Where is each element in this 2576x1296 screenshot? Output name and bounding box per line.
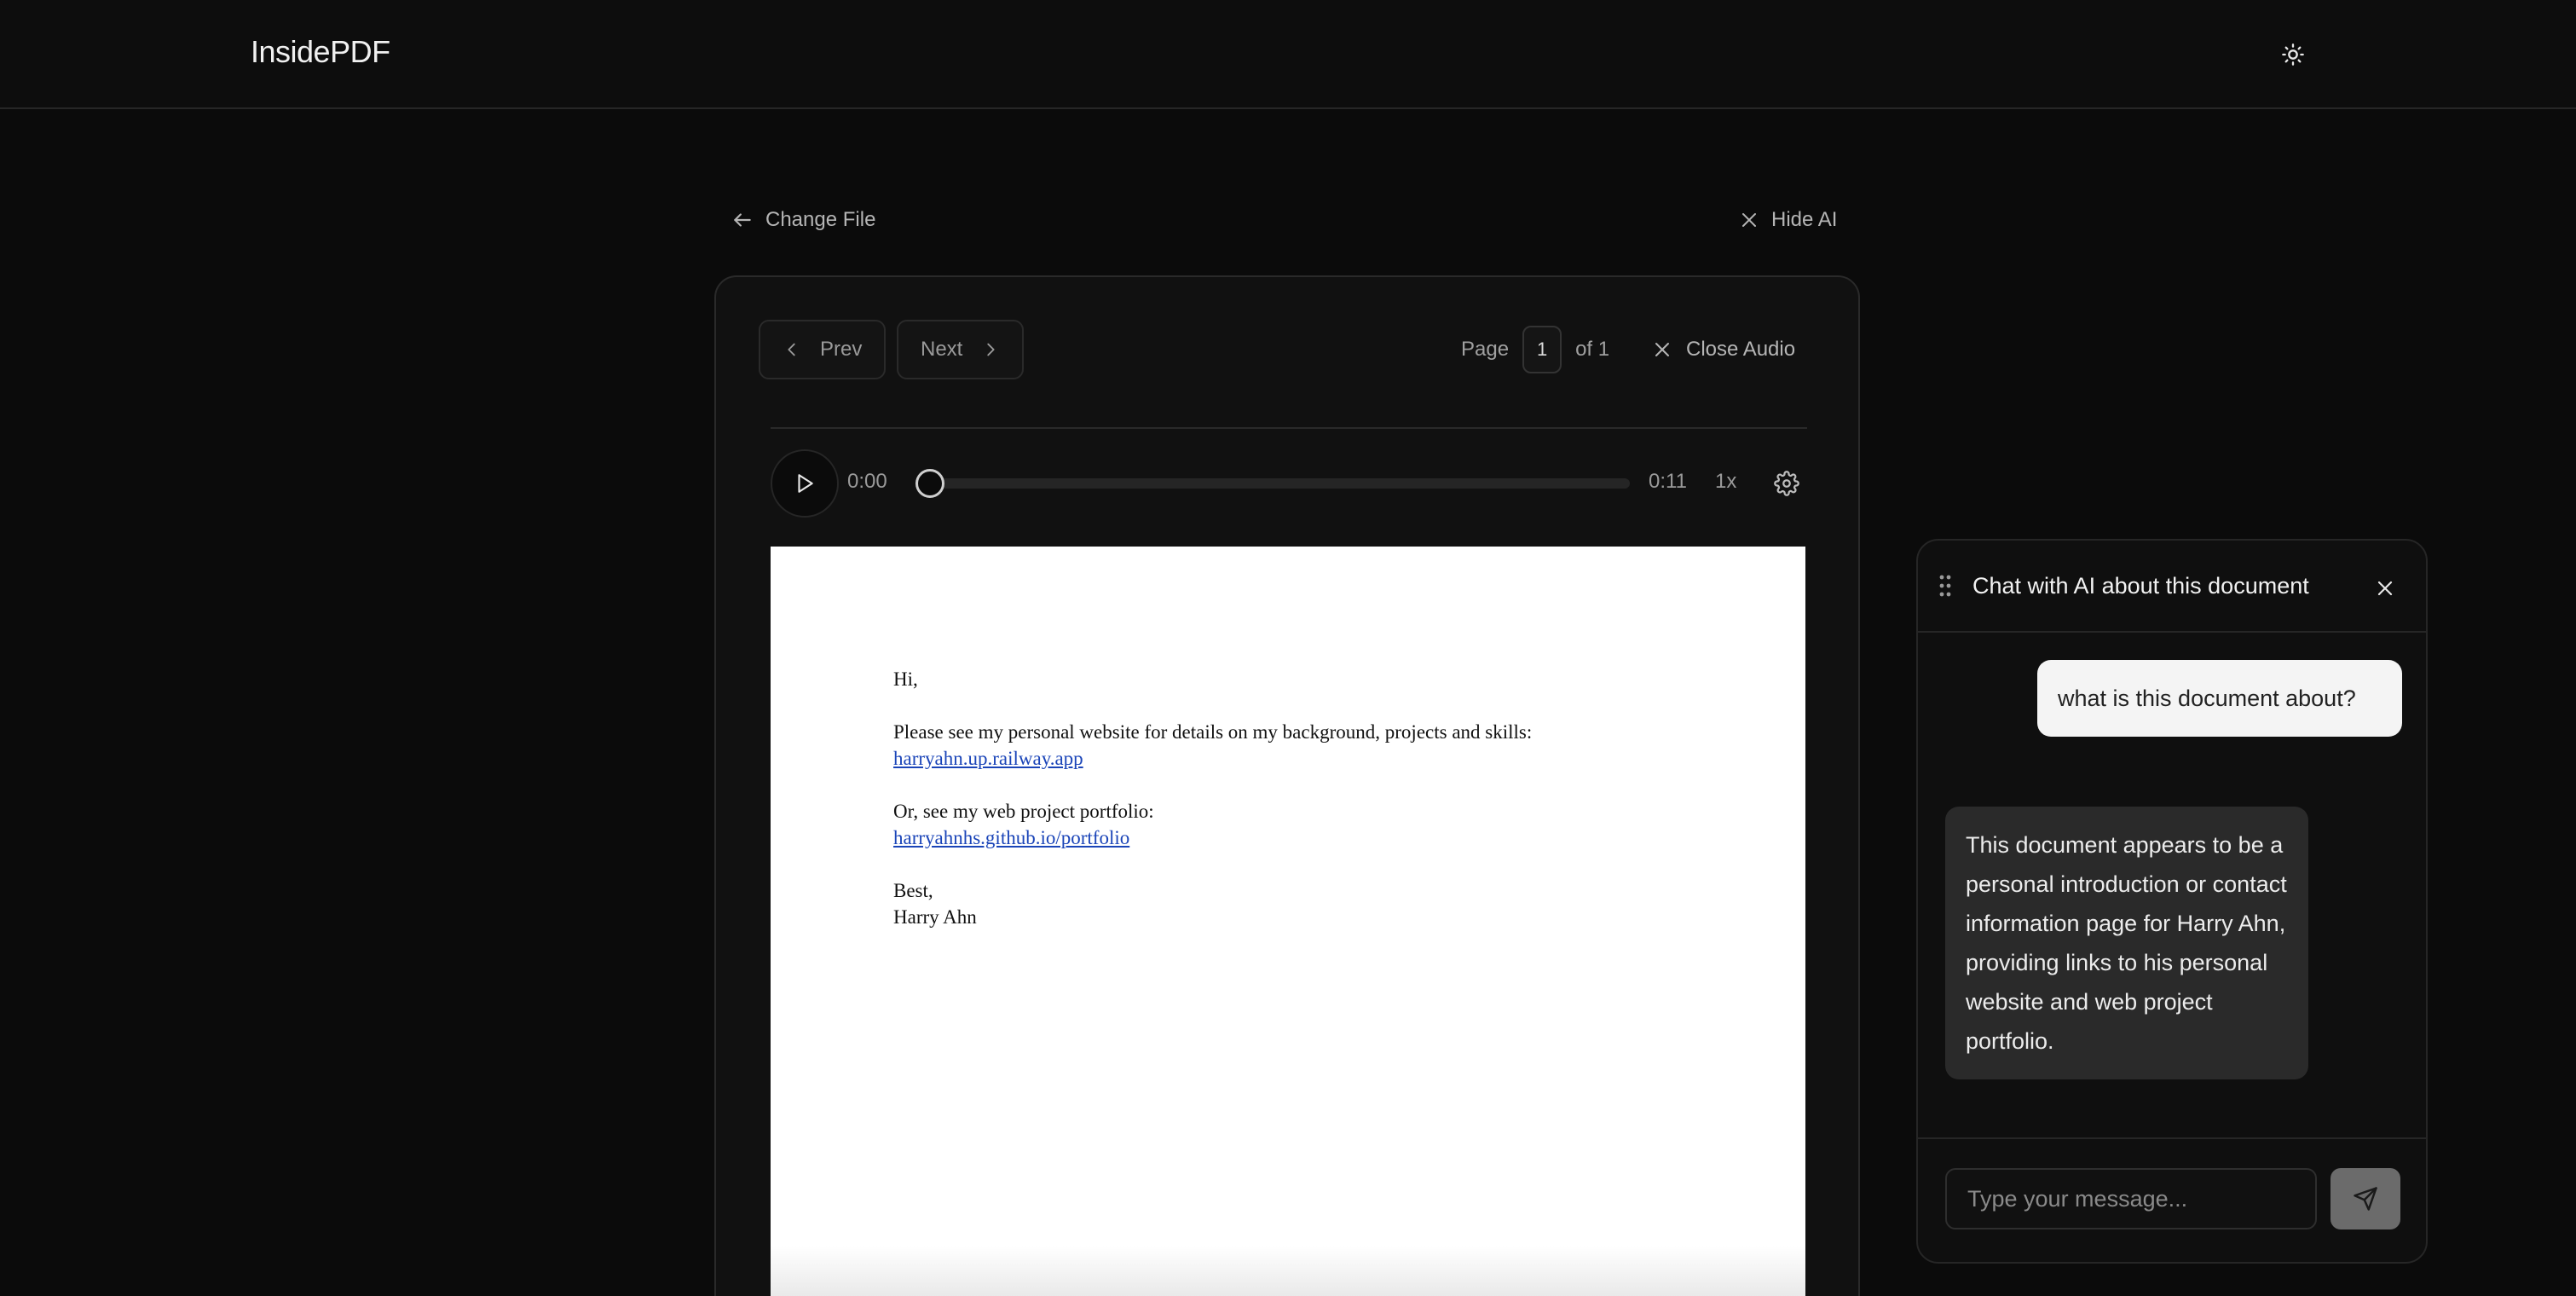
- pdf-greeting: Hi,: [893, 668, 918, 690]
- close-icon: [1652, 339, 1672, 360]
- sun-icon: [2281, 43, 2305, 67]
- playback-speed-button[interactable]: 1x: [1715, 470, 1736, 494]
- app-logo[interactable]: InsidePDF: [251, 34, 390, 70]
- assistant-message: This document appears to be a personal i…: [1945, 807, 2308, 1079]
- top-navbar: InsidePDF: [0, 0, 2576, 109]
- page-bottom-shadow: [771, 1246, 1805, 1296]
- seek-handle[interactable]: [915, 469, 944, 498]
- close-chat-button[interactable]: [2368, 571, 2402, 605]
- arrow-left-icon: [731, 209, 754, 231]
- play-button[interactable]: [771, 449, 839, 518]
- page-label: Page: [1461, 338, 1510, 361]
- pdf-text-content: Hi, Please see my personal website for d…: [893, 666, 1532, 930]
- send-button[interactable]: [2331, 1168, 2400, 1229]
- pdf-closing: Best,: [893, 880, 933, 901]
- next-label: Next: [921, 338, 963, 361]
- chat-composer: [1918, 1137, 2426, 1262]
- portfolio-link[interactable]: harryahnhs.github.io/portfolio: [893, 827, 1129, 848]
- app-root: InsidePDF Change File Hide AI Prev Next …: [0, 0, 2576, 1296]
- page-number-input[interactable]: [1522, 326, 1562, 373]
- chevron-right-icon: [981, 340, 1000, 359]
- page-indicator: Page of 1: [1461, 324, 1609, 375]
- total-time: 0:11: [1649, 470, 1687, 493]
- close-icon: [2375, 578, 2395, 599]
- theme-toggle-button[interactable]: [2273, 34, 2313, 75]
- close-audio-label: Close Audio: [1686, 338, 1796, 361]
- send-icon: [2353, 1186, 2378, 1212]
- play-icon: [794, 472, 816, 495]
- audio-player: 0:00 0:11 1x: [771, 449, 1807, 521]
- drag-handle-icon[interactable]: [1938, 573, 1952, 599]
- close-audio-button[interactable]: Close Audio: [1652, 324, 1795, 375]
- close-icon: [1739, 210, 1759, 230]
- change-file-label: Change File: [765, 208, 876, 231]
- hide-ai-button[interactable]: Hide AI: [1739, 201, 1837, 239]
- prev-label: Prev: [820, 338, 863, 361]
- pdf-signature: Harry Ahn: [893, 906, 977, 928]
- next-page-button[interactable]: Next: [897, 320, 1025, 379]
- website-link[interactable]: harryahn.up.railway.app: [893, 748, 1083, 769]
- current-time: 0:00: [847, 470, 887, 493]
- chat-header: Chat with AI about this document: [1918, 541, 2426, 633]
- chevron-left-icon: [783, 340, 801, 359]
- user-message: what is this document about?: [2037, 660, 2402, 737]
- pdf-line-website: Please see my personal website for detai…: [893, 721, 1533, 743]
- pdf-viewer-card: Prev Next Page of 1 Close Audio: [714, 275, 1860, 1296]
- pdf-line-portfolio: Or, see my web project portfolio:: [893, 801, 1154, 822]
- pdf-page: Hi, Please see my personal website for d…: [771, 547, 1805, 1296]
- change-file-button[interactable]: Change File: [731, 201, 875, 239]
- divider: [771, 427, 1807, 429]
- audio-seek-bar[interactable]: [915, 469, 1630, 498]
- gear-icon: [1774, 471, 1799, 496]
- chat-message-input[interactable]: [1945, 1168, 2317, 1229]
- ai-chat-panel: Chat with AI about this document what is…: [1916, 539, 2428, 1264]
- chat-title: Chat with AI about this document: [1972, 573, 2309, 599]
- prev-page-button[interactable]: Prev: [759, 320, 887, 379]
- page-total-label: of 1: [1575, 338, 1610, 361]
- audio-settings-button[interactable]: [1770, 466, 1804, 500]
- hide-ai-label: Hide AI: [1771, 208, 1838, 231]
